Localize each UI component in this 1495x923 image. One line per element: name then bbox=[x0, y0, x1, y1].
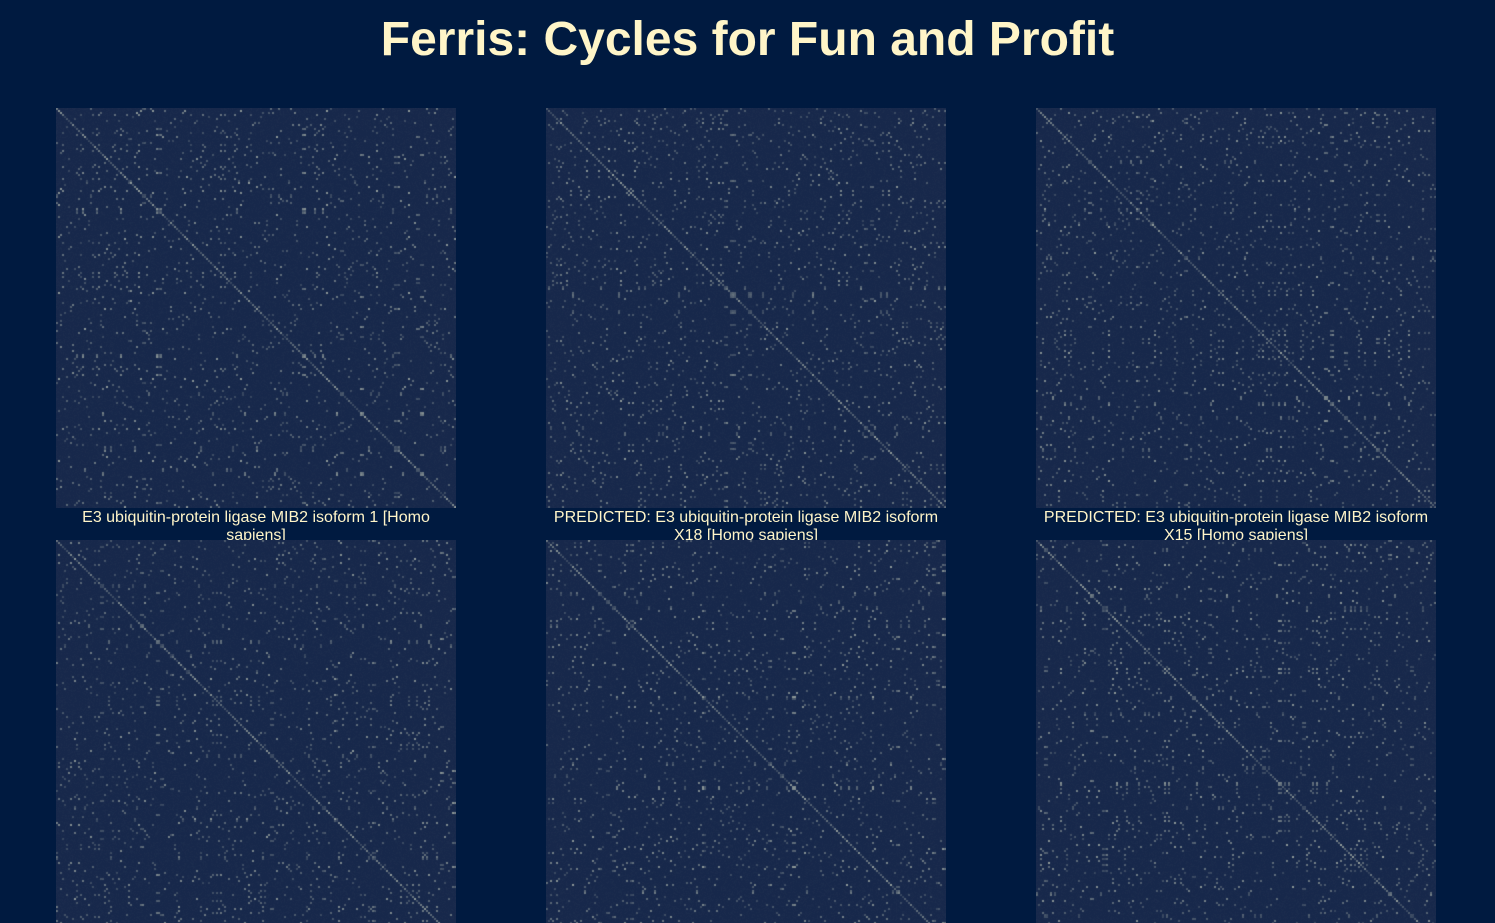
recurrence-plot-1 bbox=[56, 108, 456, 508]
page-title: Ferris: Cycles for Fun and Profit bbox=[380, 13, 1115, 66]
recurrence-plot-canvas bbox=[546, 108, 946, 508]
recurrence-plot-4 bbox=[56, 540, 456, 923]
recurrence-plot-6 bbox=[1036, 540, 1436, 923]
recurrence-plot-2 bbox=[546, 108, 946, 508]
recurrence-plot-3 bbox=[1036, 108, 1436, 508]
recurrence-plot-canvas bbox=[56, 108, 456, 508]
recurrence-plot-canvas bbox=[1036, 108, 1436, 508]
recurrence-plot-canvas bbox=[56, 540, 456, 923]
recurrence-plot-canvas bbox=[1036, 540, 1436, 923]
recurrence-plot-canvas bbox=[546, 540, 946, 923]
recurrence-plot-5 bbox=[546, 540, 946, 923]
